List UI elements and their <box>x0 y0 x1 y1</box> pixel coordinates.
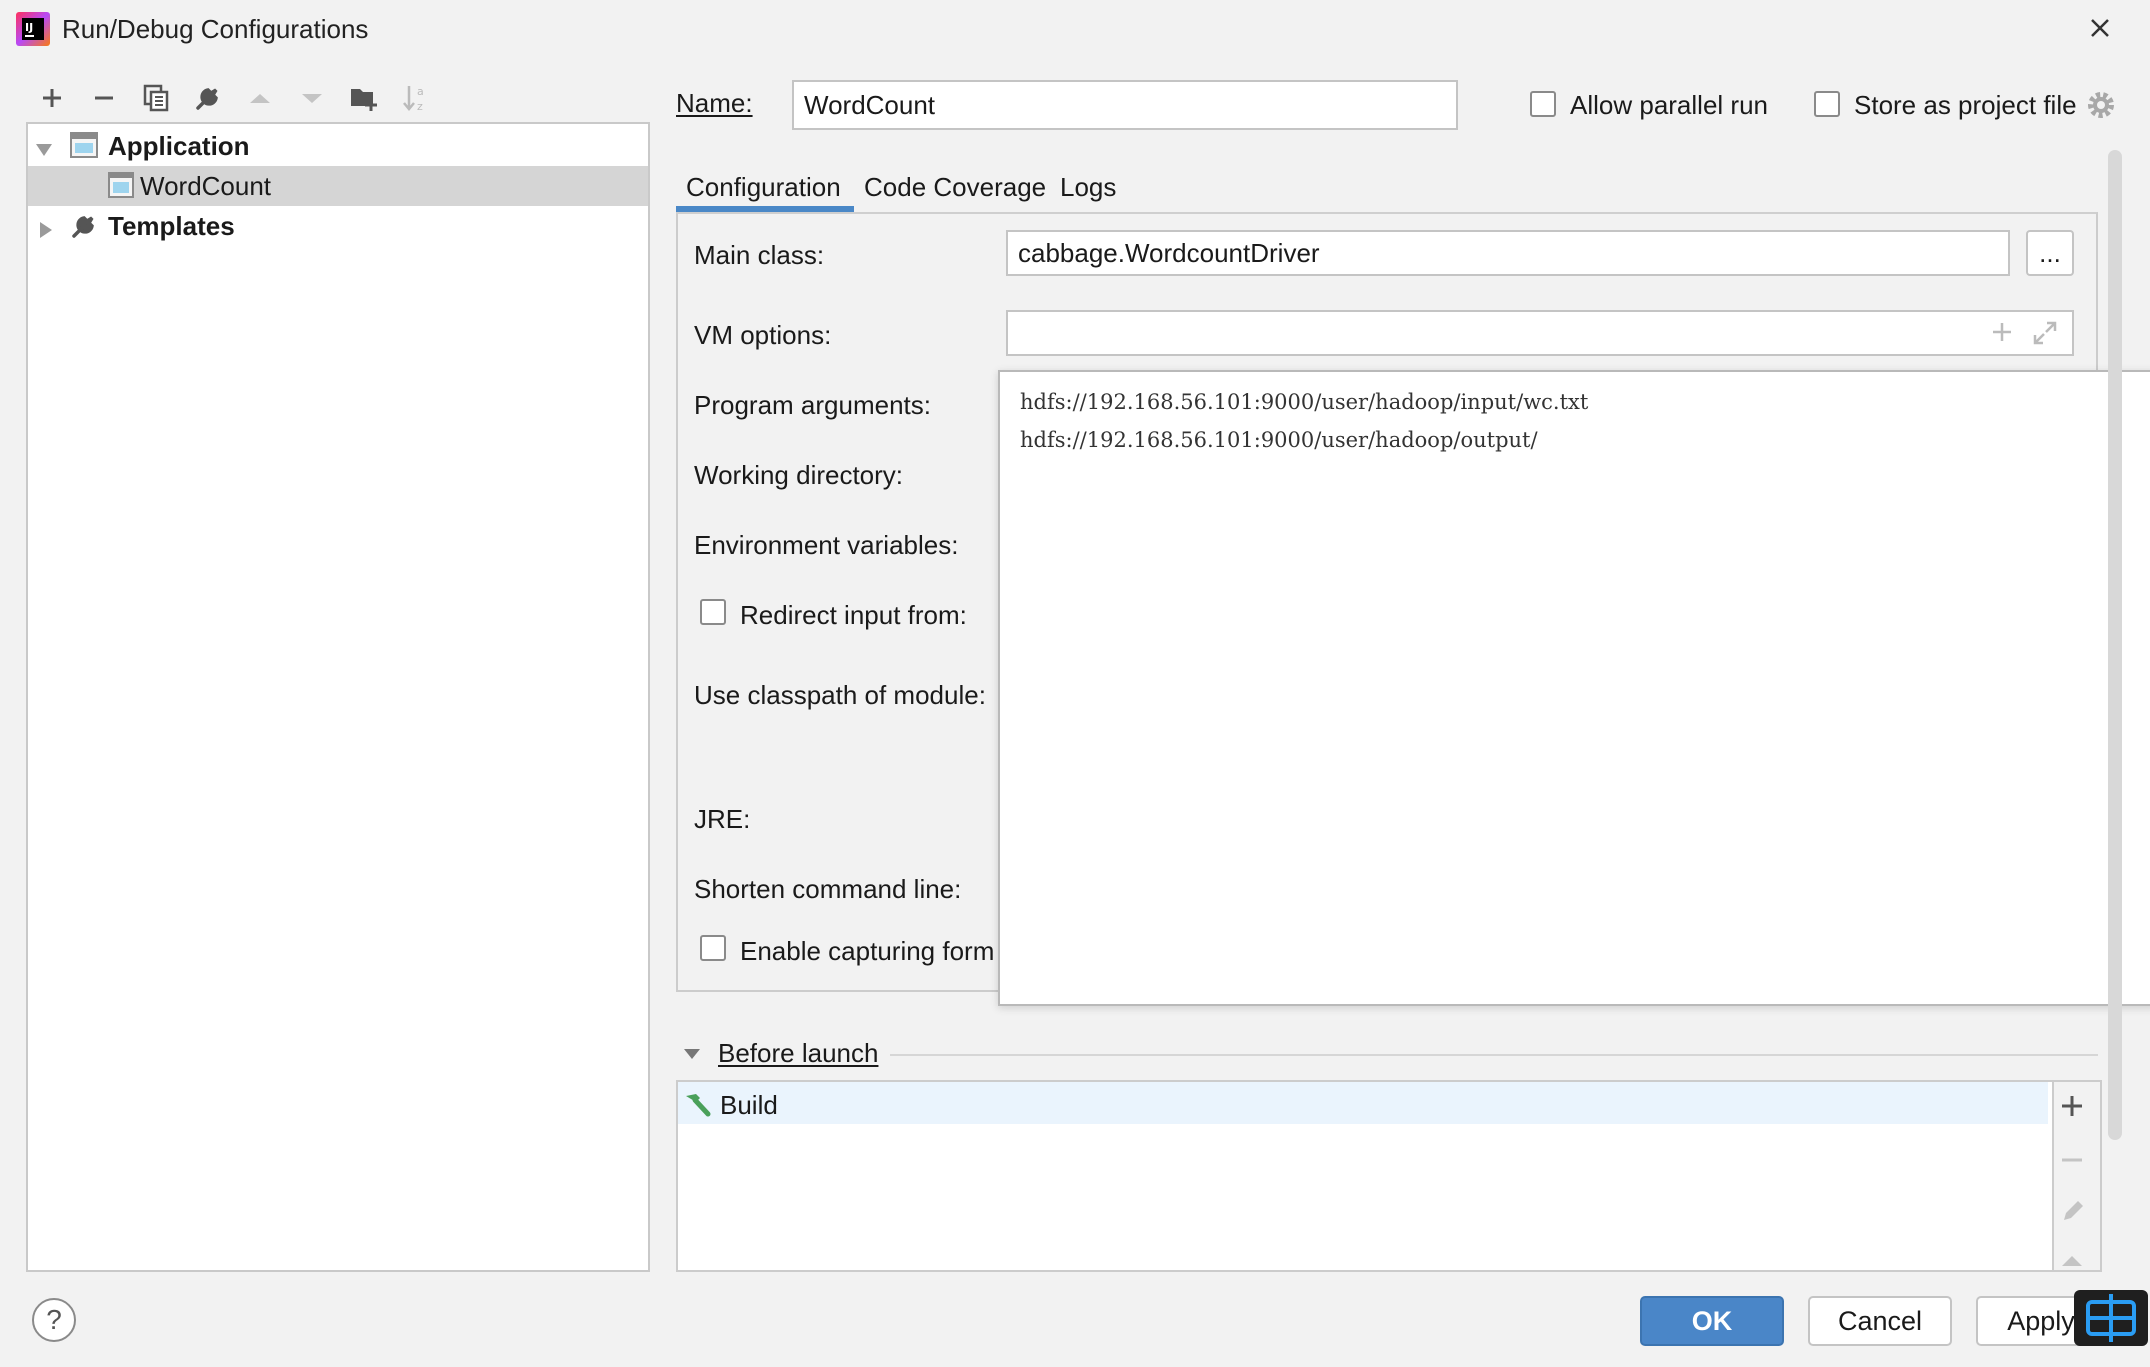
tree-item-wordcount[interactable]: WordCount <box>28 166 648 206</box>
help-button[interactable]: ? <box>32 1298 76 1342</box>
wrench-icon <box>70 212 98 247</box>
tree-item-application[interactable]: Application <box>28 126 648 166</box>
environment-variables-label: Environment variables: <box>694 530 959 560</box>
browse-main-class-button[interactable]: ... <box>2026 230 2074 276</box>
sort-alpha-icon[interactable]: az <box>398 80 434 116</box>
run-debug-configurations-dialog: IJ Run/Debug Configurations az Applicati… <box>0 0 2150 1367</box>
expanded-arrow-icon[interactable] <box>34 136 54 167</box>
remove-icon[interactable] <box>2060 1148 2084 1177</box>
redirect-input-checkbox[interactable] <box>700 599 726 625</box>
shorten-command-line-label: Shorten command line: <box>694 874 962 904</box>
name-field-value: WordCount <box>804 89 936 120</box>
translate-icon <box>2086 1294 2136 1342</box>
enable-capturing-label: Enable capturing form <box>740 936 994 966</box>
collapsed-arrow-icon[interactable] <box>36 216 56 247</box>
main-class-field[interactable]: cabbage.WordcountDriver <box>1006 230 2010 276</box>
before-launch-task-row[interactable] <box>678 1082 2048 1124</box>
name-field[interactable]: WordCount <box>792 80 1458 130</box>
main-class-label: Main class: <box>694 240 825 270</box>
store-project-checkbox[interactable] <box>1814 91 1840 117</box>
svg-text:z: z <box>417 100 423 113</box>
intellij-idea-icon: IJ <box>16 12 50 46</box>
add-icon[interactable] <box>2060 1094 2084 1123</box>
before-launch-title[interactable]: Before launch <box>718 1038 878 1069</box>
new-folder-icon[interactable] <box>346 80 382 116</box>
cancel-button[interactable]: Cancel <box>1808 1296 1952 1346</box>
enable-capturing-checkbox[interactable] <box>700 935 726 961</box>
move-up-icon[interactable] <box>242 80 278 116</box>
vertical-scrollbar[interactable] <box>2108 150 2122 1140</box>
gear-icon[interactable] <box>2086 90 2116 125</box>
add-icon[interactable] <box>34 80 70 116</box>
remove-icon[interactable] <box>86 80 122 116</box>
store-project-label: Store as project file <box>1854 90 2077 120</box>
tree-item-templates[interactable]: Templates <box>28 206 648 246</box>
program-arguments-label: Program arguments: <box>694 390 931 420</box>
help-label: ? <box>46 1304 62 1335</box>
expand-icon[interactable] <box>2032 320 2058 351</box>
tree-item-label: WordCount <box>140 170 272 201</box>
close-icon[interactable] <box>2080 12 2120 48</box>
allow-parallel-label: Allow parallel run <box>1570 90 1768 120</box>
vm-options-field[interactable] <box>1006 310 2074 356</box>
main-class-value: cabbage.WordcountDriver <box>1018 237 1320 268</box>
move-down-icon[interactable] <box>294 80 330 116</box>
vm-options-label: VM options: <box>694 320 832 350</box>
jre-label: JRE: <box>694 804 751 834</box>
section-divider <box>890 1054 2098 1056</box>
ok-button[interactable]: OK <box>1640 1296 1784 1346</box>
allow-parallel-checkbox[interactable] <box>1530 91 1556 117</box>
window-title: Run/Debug Configurations <box>62 14 369 44</box>
tree-item-label: Templates <box>108 210 235 241</box>
program-arguments-editor[interactable]: hdfs://192.168.56.101:9000/user/hadoop/i… <box>998 370 2150 1006</box>
wrench-icon[interactable] <box>190 80 226 116</box>
redirect-input-label: Redirect input from: <box>740 600 967 630</box>
working-directory-label: Working directory: <box>694 460 904 490</box>
classpath-module-label: Use classpath of module: <box>694 680 986 710</box>
before-launch-title-text: Before launch <box>718 1038 879 1068</box>
collapse-arrow-icon[interactable] <box>682 1044 702 1069</box>
move-up-icon[interactable] <box>2060 1250 2084 1273</box>
program-argument-line: hdfs://192.168.56.101:9000/user/hadoop/o… <box>1020 428 1538 452</box>
svg-text:IJ: IJ <box>25 21 33 34</box>
application-config-icon <box>70 132 98 165</box>
apply-label: Apply <box>2007 1305 2075 1336</box>
tab-code-coverage[interactable]: Code Coverage <box>864 162 1046 212</box>
tree-item-label: Application <box>108 130 250 161</box>
application-config-icon <box>108 172 134 205</box>
tab-configuration[interactable]: Configuration <box>686 162 841 212</box>
name-label-text: Name: <box>676 88 753 118</box>
overlay-widget[interactable] <box>2074 1290 2148 1346</box>
add-icon[interactable] <box>1990 320 2014 349</box>
copy-icon[interactable] <box>138 80 174 116</box>
svg-text:a: a <box>417 85 424 98</box>
edit-pencil-icon[interactable] <box>2060 1198 2086 1229</box>
program-argument-line: hdfs://192.168.56.101:9000/user/hadoop/i… <box>1020 390 1589 414</box>
configurations-tree: Application WordCount Templates <box>26 122 650 1272</box>
name-label: Name: <box>676 88 753 119</box>
browse-button-label: ... <box>2039 237 2061 268</box>
before-launch-task-label: Build <box>720 1090 778 1120</box>
hammer-icon <box>682 1090 712 1123</box>
tab-logs[interactable]: Logs <box>1060 162 1116 212</box>
